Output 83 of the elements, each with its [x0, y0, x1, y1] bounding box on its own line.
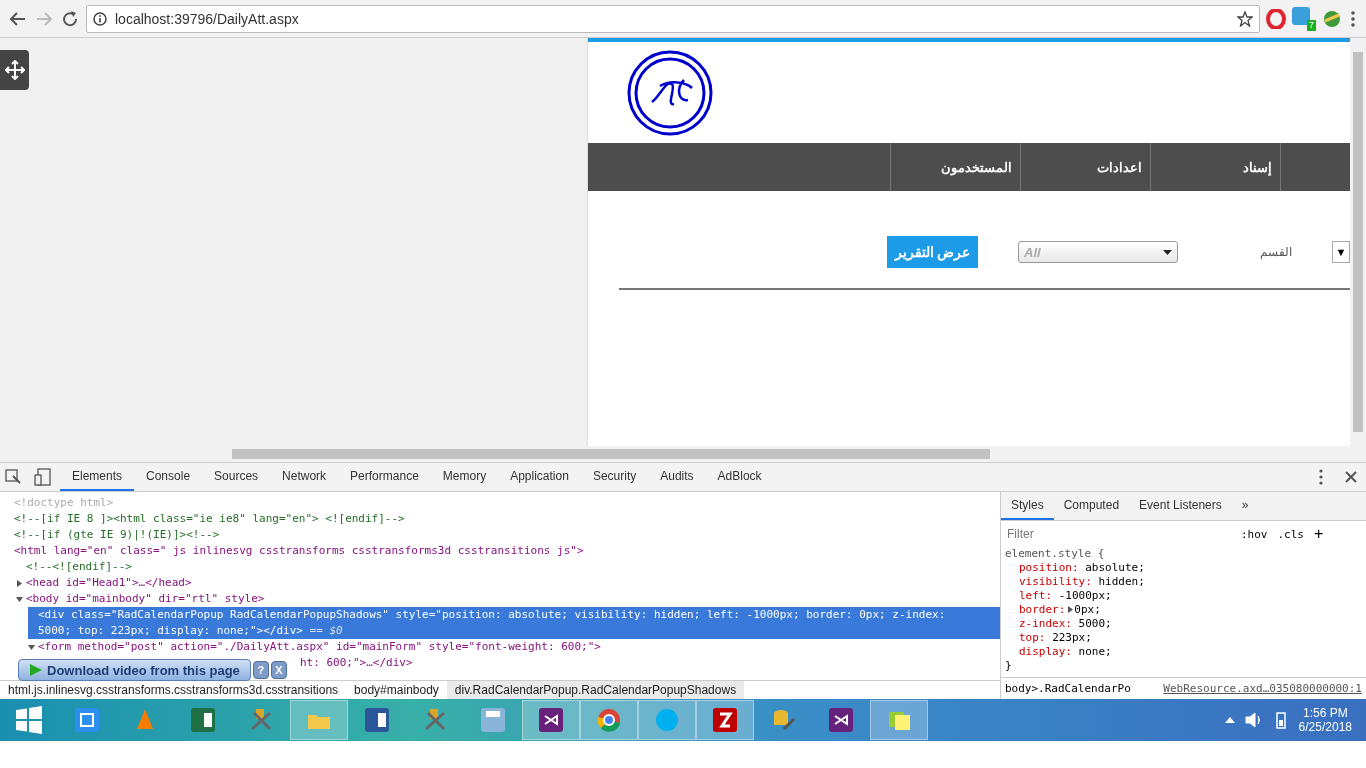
document-icon — [364, 707, 390, 733]
selected-node-row[interactable]: <div class="RadCalendarPopup RadCalendarPopupShadows" style="position: absolute; visibility: hidden; left: -1000px; border: 0px; z-index: 5000; top: 223px; display: none;"></div> == $0 — [28, 607, 1000, 639]
calculator-icon — [480, 707, 506, 733]
dom-node-row[interactable]: <!--[if (gte IE 9)|!(IE)]><!--> — [4, 527, 222, 543]
menu-icon[interactable] — [1348, 9, 1358, 28]
windows-icon — [14, 705, 44, 735]
spreadsheet-icon — [190, 707, 216, 733]
styles-tab[interactable]: Styles — [1001, 492, 1054, 520]
breadcrumb[interactable]: body#mainbody — [346, 681, 447, 699]
url-text: localhost:39796/DailyAtt.aspx — [115, 10, 300, 27]
screen-capture-icon — [74, 707, 100, 733]
opera-icon[interactable] — [1266, 8, 1286, 29]
move-handle[interactable] — [0, 50, 29, 90]
dom-node-row[interactable]: <html lang="en" class=" js inlinesvg csstransforms csstransforms3d csstransitions js"> — [4, 543, 586, 559]
logo-icon — [626, 49, 714, 136]
play-icon — [29, 663, 43, 677]
globe-icon[interactable] — [1322, 8, 1342, 29]
dom-node-row[interactable]: <body id="mainbody" dir="rtl" style> — [16, 591, 267, 607]
download-video-button[interactable]: Download video from this page — [18, 659, 251, 681]
infinity-icon — [538, 707, 564, 733]
styles-tab[interactable]: Computed — [1053, 492, 1130, 520]
more-tabs-button[interactable]: » — [1231, 492, 1259, 520]
devtools-tab[interactable]: Sources — [202, 463, 271, 491]
clock[interactable]: 1:56 PM 6/25/2018 — [1298, 706, 1352, 734]
devtools-tab[interactable]: Console — [134, 463, 203, 491]
extension-badge: 7 — [1307, 19, 1316, 31]
reload-icon[interactable] — [60, 8, 80, 29]
vertical-scrollbar[interactable] — [1350, 38, 1366, 446]
dom-node-row[interactable]: ht: 600;">…</div> — [290, 655, 415, 671]
dom-node-row[interactable]: <!--[if IE 8 ]><html class="ie ie8" lang="en"> <![endif]--> — [4, 511, 407, 527]
devtools-tab[interactable]: Network — [270, 463, 339, 491]
taskbar-app[interactable] — [522, 700, 580, 740]
nav-item[interactable]: المستخدمون — [890, 143, 1020, 191]
devtools-tab[interactable]: Security — [580, 463, 649, 491]
nav-item[interactable]: اعدادات — [1020, 143, 1150, 191]
devtools-tab[interactable]: Application — [498, 463, 581, 491]
taskbar-app[interactable] — [696, 700, 754, 740]
tools-icon — [422, 707, 448, 733]
hover-toggle[interactable]: :hov — [1241, 527, 1268, 541]
selector-text: element.style { — [1004, 547, 1106, 561]
style-property[interactable]: z-index: 5000; — [1001, 617, 1366, 631]
transfer-icon — [712, 707, 738, 733]
closing-brace: } — [1004, 659, 1013, 673]
dropdown[interactable]: ▼ — [1332, 241, 1350, 263]
tools-icon — [248, 707, 274, 733]
style-property[interactable]: left: -1000px; — [1001, 589, 1366, 603]
browser-icon — [596, 707, 622, 733]
devtools-tab[interactable]: Performance — [338, 463, 431, 491]
collapse-arrow-icon[interactable] — [16, 595, 23, 603]
devtools-tab[interactable]: Elements — [60, 463, 135, 491]
horizontal-scrollbar[interactable] — [0, 446, 1366, 462]
new-rule-button[interactable]: + — [1314, 525, 1324, 543]
chat-icon — [654, 707, 680, 733]
dom-node-row[interactable]: <form method="post" action="./DailyAtt.aspx" id="mainForm" style="font-weight: 600;"> — [28, 639, 603, 655]
breadcrumb[interactable]: html.js.inlinesvg.csstransforms.csstransforms3d.csstransitions — [0, 681, 347, 699]
collapse-arrow-icon[interactable] — [28, 643, 35, 651]
section-label: القسم — [1260, 245, 1292, 259]
styles-tab[interactable]: Event Listeners — [1129, 492, 1232, 520]
expand-arrow-icon[interactable] — [16, 579, 23, 587]
volume-icon[interactable] — [1244, 712, 1263, 728]
info-icon[interactable] — [93, 11, 107, 26]
caret-icon — [1163, 249, 1172, 255]
selector-text: body>.RadCalendarPo — [1005, 682, 1131, 695]
show-hidden-icons[interactable] — [1224, 716, 1235, 724]
style-property[interactable]: display: none; — [1001, 645, 1366, 659]
move-icon — [4, 60, 25, 80]
style-property[interactable]: top: 223px; — [1001, 631, 1366, 645]
source-link[interactable]: WebResource.axd…035080000000:1 — [1163, 682, 1362, 695]
style-property[interactable]: position: absolute; — [1001, 561, 1366, 575]
breadcrumb[interactable]: div.RadCalendarPopup.RadCalendarPopupShadows — [446, 681, 745, 699]
bookmark-star-icon[interactable] — [1237, 10, 1253, 27]
dom-node-row[interactable]: <head id="Head1">…</head> — [16, 575, 194, 591]
address-bar[interactable]: localhost:39796/DailyAtt.aspx — [86, 4, 1260, 33]
devtools-tab[interactable]: AdBlock — [705, 463, 774, 491]
infinity-icon — [828, 707, 854, 733]
nav-item[interactable]: إسناد — [1150, 143, 1280, 191]
dom-node-row[interactable]: <!--<![endif]--> — [16, 559, 134, 575]
class-toggle[interactable]: .cls — [1277, 527, 1304, 541]
devtools-tab[interactable]: Audits — [648, 463, 706, 491]
expand-arrow-icon[interactable] — [1065, 606, 1075, 613]
devtools-tab[interactable]: Memory — [430, 463, 499, 491]
style-property[interactable]: visibility: hidden; — [1001, 575, 1366, 589]
style-property[interactable]: border: 0px; — [1001, 603, 1366, 617]
